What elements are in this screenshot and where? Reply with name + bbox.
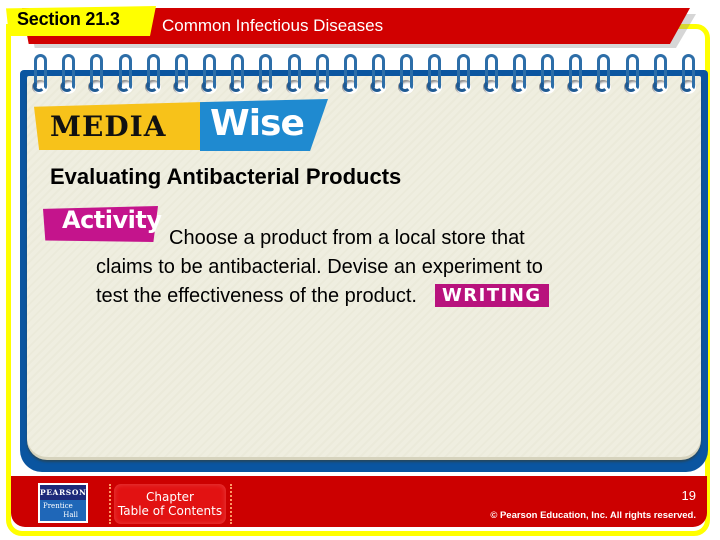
spiral-ring-icon — [424, 52, 444, 98]
spiral-ring-icon — [284, 52, 304, 98]
spiral-loop-lower — [315, 80, 327, 92]
spiral-loop-lower — [118, 80, 130, 92]
spiral-loop-lower — [456, 80, 468, 92]
toc-line-1: Chapter — [146, 490, 194, 504]
spiral-loop-lower — [146, 80, 158, 92]
spiral-ring-icon — [650, 52, 670, 98]
chapter-title: Common Infectious Diseases — [162, 16, 384, 35]
description-line: test the effectiveness of the product. WR… — [96, 282, 656, 311]
spiral-loop-lower — [596, 80, 608, 92]
spiral-ring-icon — [312, 52, 332, 98]
spiral-loop-lower — [540, 80, 552, 92]
activity-description: Choose a product from a local store that… — [96, 224, 656, 311]
spiral-loop-lower — [174, 80, 186, 92]
spiral-loop-lower — [230, 80, 242, 92]
spiral-ring-icon — [115, 52, 135, 98]
spiral-loop-lower — [33, 80, 45, 92]
spiral-loop-lower — [681, 80, 693, 92]
logo-prentice-hall: Prentice Hall — [40, 500, 86, 521]
spiral-ring-icon — [537, 52, 557, 98]
spiral-ring-icon — [622, 52, 642, 98]
spiral-loop-lower — [287, 80, 299, 92]
page-number: 19 — [681, 488, 696, 503]
activity-title: Evaluating Antibacterial Products — [50, 164, 402, 189]
spiral-loop-lower — [568, 80, 580, 92]
spiral-loop-lower — [89, 80, 101, 92]
spiral-loop-lower — [653, 80, 665, 92]
spiral-ring-icon — [396, 52, 416, 98]
spiral-ring-icon — [86, 52, 106, 98]
description-line: claims to be antibacterial. Devise an ex… — [96, 256, 543, 278]
spiral-ring-icon — [58, 52, 78, 98]
spiral-ring-icon — [368, 52, 388, 98]
spiral-ring-icon — [593, 52, 613, 98]
logo-prentice-text: Prentice — [43, 502, 73, 510]
spiral-ring-icon — [481, 52, 501, 98]
spiral-ring-icon — [453, 52, 473, 98]
spiral-loop-lower — [371, 80, 383, 92]
spiral-loop-lower — [61, 80, 73, 92]
spiral-loop-lower — [399, 80, 411, 92]
spiral-ring-icon — [678, 52, 698, 98]
spiral-ring-icon — [340, 52, 360, 98]
spiral-ring-icon — [227, 52, 247, 98]
spiral-loop-lower — [258, 80, 270, 92]
spiral-ring-icon — [143, 52, 163, 98]
section-label: Section 21.3 — [17, 9, 120, 29]
media-wise-logo-wise: Wise — [210, 103, 305, 144]
spiral-ring-icon — [255, 52, 275, 98]
description-line-text: test the effectiveness of the product. — [96, 285, 417, 307]
copyright-notice: © Pearson Education, Inc. All rights res… — [490, 510, 696, 521]
spiral-ring-icon — [30, 52, 50, 98]
toc-divider-right — [230, 484, 232, 524]
pearson-prentice-hall-logo: PEARSON Prentice Hall — [38, 483, 88, 523]
chapter-toc-button[interactable]: Chapter Table of Contents — [114, 484, 226, 524]
spiral-ring-icon — [509, 52, 529, 98]
spiral-loop-lower — [343, 80, 355, 92]
spiral-loop-lower — [202, 80, 214, 92]
spiral-binding — [30, 52, 698, 98]
description-line: Choose a product from a local store that — [169, 227, 525, 249]
toc-line-2: Table of Contents — [117, 504, 223, 518]
logo-hall-text: Hall — [63, 511, 78, 519]
writing-badge: WRITING — [434, 284, 549, 307]
spiral-loop-lower — [484, 80, 496, 92]
spiral-ring-icon — [199, 52, 219, 98]
spiral-ring-icon — [565, 52, 585, 98]
media-wise-logo-media: MEDIA — [50, 110, 167, 143]
logo-pearson-text: PEARSON — [40, 485, 86, 500]
spiral-loop-lower — [427, 80, 439, 92]
spiral-loop-lower — [512, 80, 524, 92]
toc-divider-left — [109, 484, 111, 524]
spiral-loop-lower — [625, 80, 637, 92]
spiral-ring-icon — [171, 52, 191, 98]
